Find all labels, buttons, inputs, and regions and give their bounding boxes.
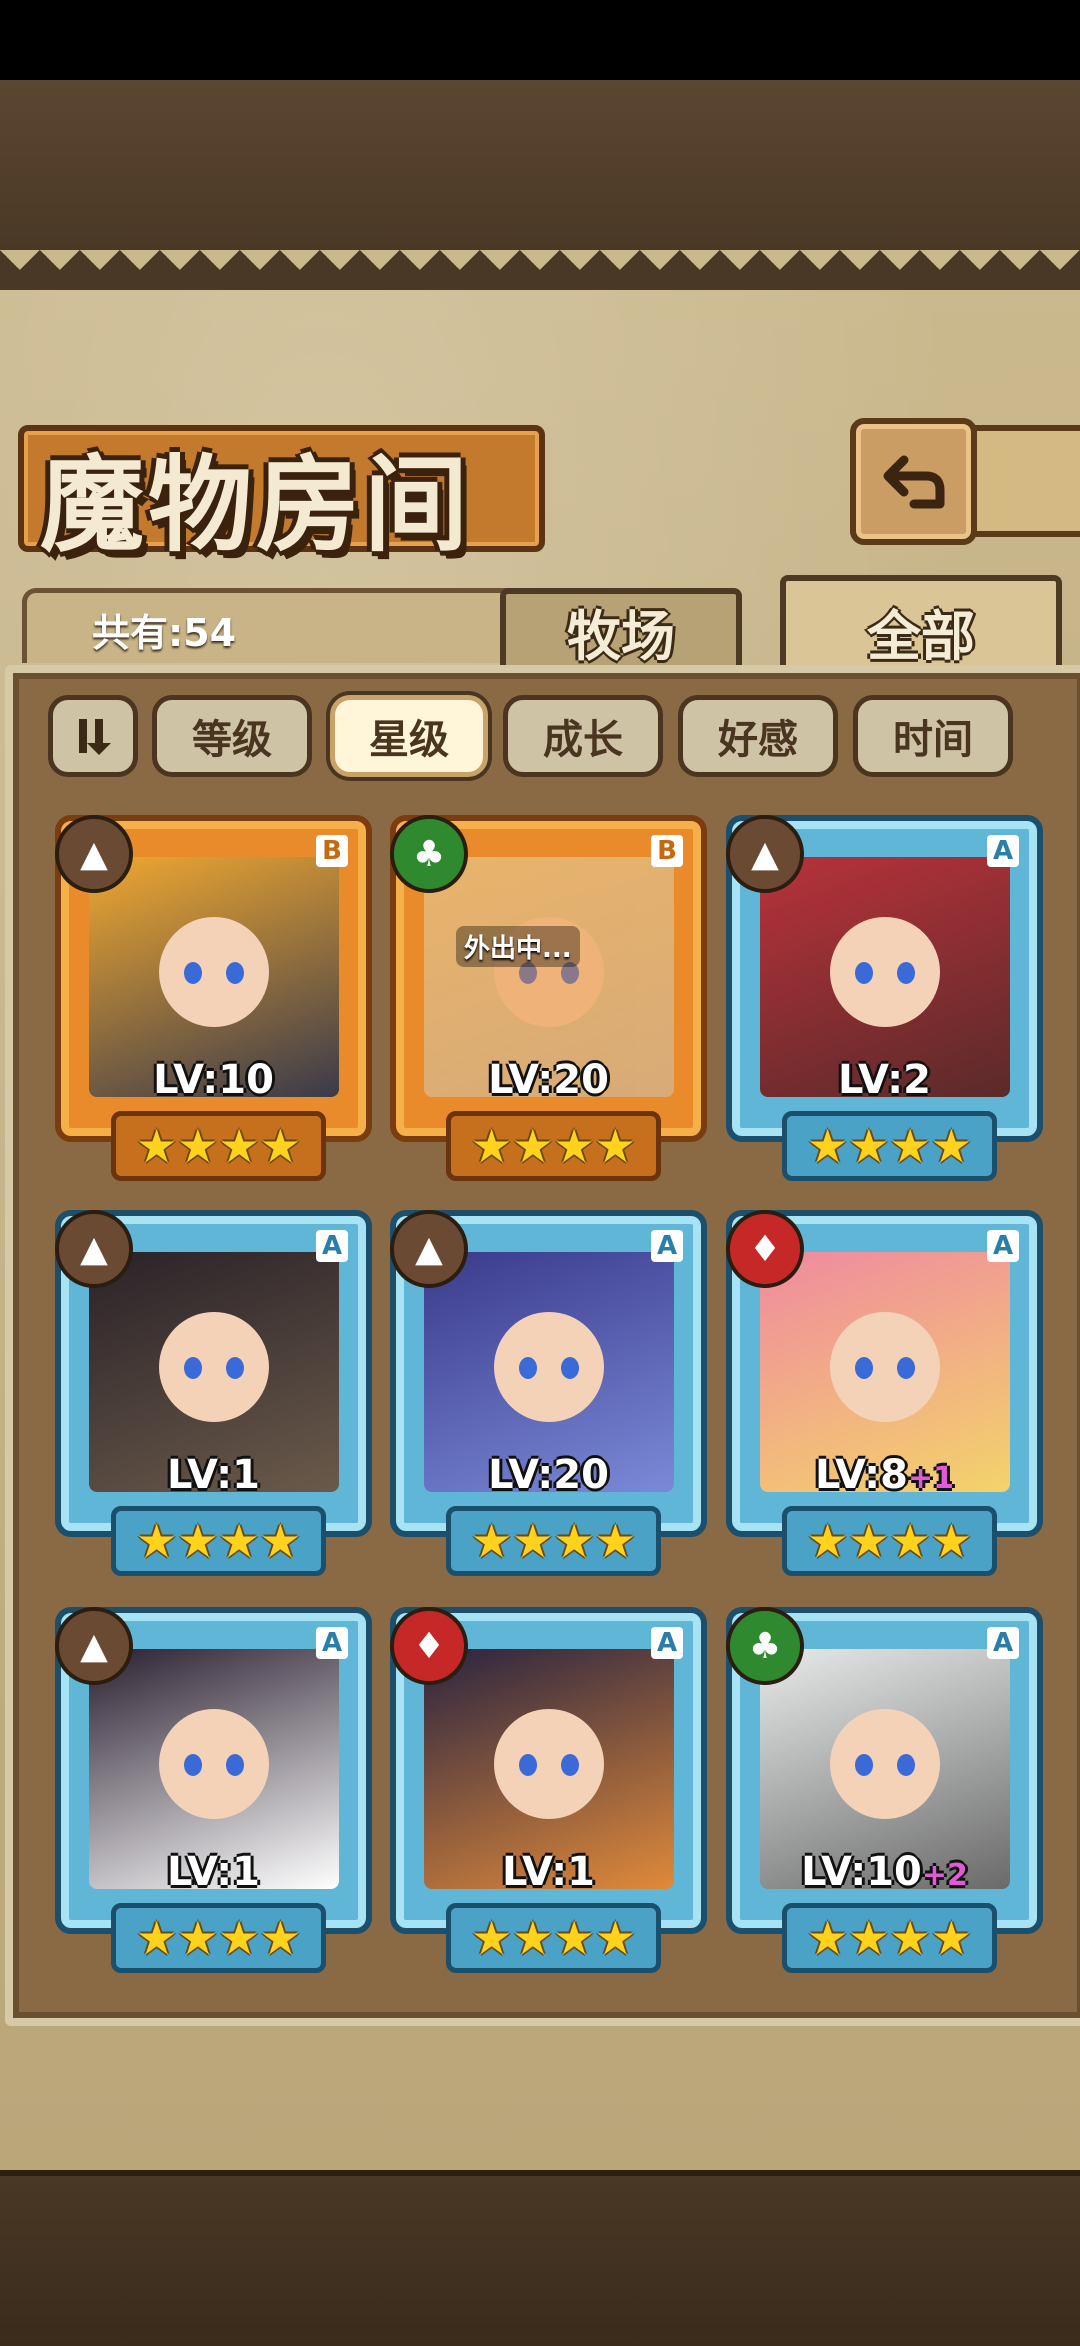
- level-value: LV:2: [838, 1057, 931, 1103]
- level-label: LV:10+2: [732, 1849, 1037, 1895]
- filter-affection[interactable]: 好感: [678, 695, 838, 777]
- star-rating: ★★★★: [446, 1903, 661, 1973]
- level-bonus: +1: [907, 1461, 954, 1496]
- monster-card[interactable]: A ♦ LV:8+1 ★★★★: [726, 1210, 1043, 1576]
- monster-card[interactable]: A ▲ LV:1 ★★★★: [55, 1210, 372, 1576]
- level-label: LV:20: [396, 1452, 701, 1498]
- rank-badge: A: [987, 835, 1019, 867]
- monster-count: 共有:54: [92, 611, 237, 655]
- level-label: LV:1: [61, 1849, 366, 1895]
- star-rating: ★★★★: [446, 1111, 661, 1181]
- filter-time[interactable]: 时间: [853, 695, 1013, 777]
- level-value: LV:20: [488, 1057, 609, 1103]
- rank-badge: A: [651, 1230, 683, 1262]
- rank-badge: A: [987, 1627, 1019, 1659]
- star-rating: ★★★★: [782, 1903, 997, 1973]
- level-value: LV:1: [167, 1849, 260, 1895]
- rank-badge: B: [316, 835, 348, 867]
- back-button[interactable]: [850, 418, 977, 545]
- element-earth-icon: ▲: [55, 815, 133, 893]
- star-rating: ★★★★: [782, 1506, 997, 1576]
- level-label: LV:20: [396, 1057, 701, 1103]
- filter-level[interactable]: 等级: [152, 695, 312, 777]
- element-fire-icon: ♦: [726, 1210, 804, 1288]
- level-label: LV:8+1: [732, 1452, 1037, 1498]
- level-bonus: +2: [921, 1858, 968, 1893]
- star-rating: ★★★★: [111, 1111, 326, 1181]
- monster-card[interactable]: A ♣ LV:10+2 ★★★★: [726, 1607, 1043, 1973]
- element-nature-icon: ♣: [726, 1607, 804, 1685]
- element-earth-icon: ▲: [55, 1210, 133, 1288]
- away-status: 外出中...: [456, 926, 580, 967]
- level-value: LV:1: [167, 1452, 260, 1498]
- monster-card[interactable]: B ♣ 外出中... LV:20 ★★★★: [390, 815, 707, 1181]
- star-rating: ★★★★: [111, 1506, 326, 1576]
- filter-growth[interactable]: 成长: [503, 695, 663, 777]
- monster-card[interactable]: A ▲ LV:2 ★★★★: [726, 815, 1043, 1181]
- status-bar: [0, 0, 1080, 80]
- level-label: LV:10: [61, 1057, 366, 1103]
- level-value: LV:10: [153, 1057, 274, 1103]
- star-rating: ★★★★: [446, 1506, 661, 1576]
- level-value: LV:20: [488, 1452, 609, 1498]
- element-earth-icon: ▲: [390, 1210, 468, 1288]
- sort-toggle-button[interactable]: [48, 695, 138, 777]
- tab-ranch[interactable]: 牧场: [500, 588, 742, 669]
- element-fire-icon: ♦: [390, 1607, 468, 1685]
- map-background-top: [0, 80, 1080, 256]
- rank-badge: A: [651, 1627, 683, 1659]
- level-label: LV:1: [396, 1849, 701, 1895]
- return-icon: [883, 455, 944, 508]
- star-rating: ★★★★: [782, 1111, 997, 1181]
- level-label: LV:1: [61, 1452, 366, 1498]
- monster-card[interactable]: A ♦ LV:1 ★★★★: [390, 1607, 707, 1973]
- monster-card[interactable]: B ▲ LV:10 ★★★★: [55, 815, 372, 1181]
- back-button-rail: [960, 425, 1080, 537]
- element-earth-icon: ▲: [55, 1607, 133, 1685]
- element-earth-icon: ▲: [726, 815, 804, 893]
- rank-badge: B: [651, 835, 683, 867]
- sort-toggle-icon: [79, 719, 111, 755]
- monster-card[interactable]: A ▲ LV:1 ★★★★: [55, 1607, 372, 1973]
- level-value: LV:8: [815, 1452, 908, 1498]
- rank-badge: A: [316, 1230, 348, 1262]
- level-value: LV:1: [502, 1849, 595, 1895]
- page-title: 魔物房间: [40, 443, 473, 566]
- star-rating: ★★★★: [111, 1903, 326, 1973]
- zigzag-border-top: [0, 250, 1080, 290]
- monster-card[interactable]: A ▲ LV:20 ★★★★: [390, 1210, 707, 1576]
- level-value: LV:10: [801, 1849, 922, 1895]
- element-nature-icon: ♣: [390, 815, 468, 893]
- map-background-bottom: [0, 2170, 1080, 2346]
- filter-stars[interactable]: 星级: [330, 695, 488, 777]
- level-label: LV:2: [732, 1057, 1037, 1103]
- rank-badge: A: [316, 1627, 348, 1659]
- rank-badge: A: [987, 1230, 1019, 1262]
